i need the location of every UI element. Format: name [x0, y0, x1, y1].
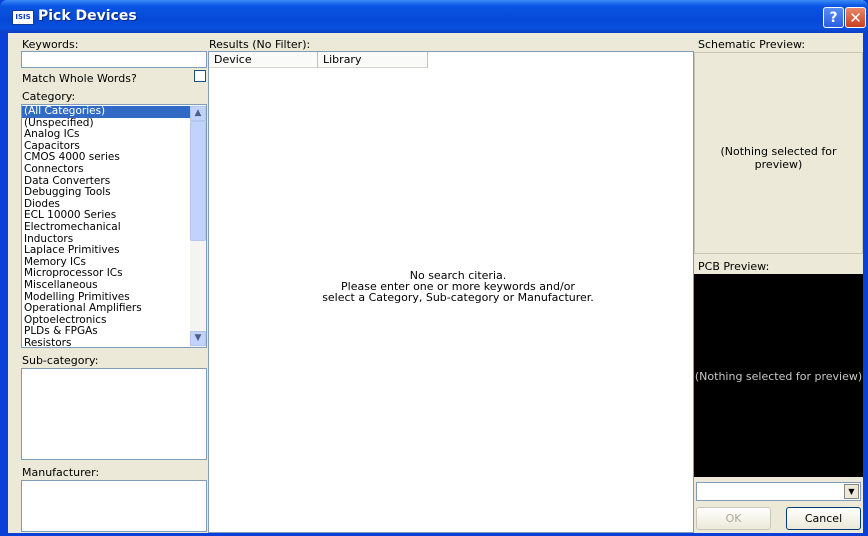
column-header-device[interactable]: Device	[209, 52, 318, 68]
category-scrollbar[interactable]: ▲ ▼	[190, 105, 206, 347]
schematic-preview: (Nothing selected for preview)	[694, 52, 863, 254]
close-icon: ✕	[849, 9, 862, 27]
match-whole-words-checkbox[interactable]	[194, 70, 206, 82]
category-item[interactable]: Operational Amplifiers	[22, 302, 190, 315]
chevron-up-icon: ▲	[194, 108, 202, 118]
subcategory-label: Sub-category:	[22, 354, 99, 367]
ok-button-label: OK	[725, 512, 742, 525]
chevron-down-icon: ▼	[194, 333, 202, 343]
category-list[interactable]: (All Categories) (Unspecified) Analog ICs C…	[21, 104, 207, 348]
scroll-down-button[interactable]: ▼	[190, 331, 206, 346]
window-title: Pick Devices	[38, 8, 137, 24]
close-button[interactable]: ✕	[845, 7, 866, 28]
column-header-library[interactable]: Library	[318, 52, 428, 68]
category-item[interactable]: Resistors	[22, 337, 190, 347]
schematic-preview-label: Schematic Preview:	[698, 38, 806, 51]
schematic-preview-placeholder: (Nothing selected for preview)	[720, 145, 837, 171]
cancel-button-label: Cancel	[804, 512, 843, 525]
category-item[interactable]: (All Categories)	[22, 105, 190, 118]
category-item[interactable]: Connectors	[22, 163, 190, 176]
category-item[interactable]: Debugging Tools	[22, 187, 190, 199]
pcb-preview-placeholder: (Nothing selected for preview)	[694, 370, 863, 383]
match-whole-words-label: Match Whole Words?	[22, 72, 137, 85]
ok-button[interactable]: OK	[696, 507, 771, 530]
results-label: Results (No Filter):	[209, 38, 311, 51]
help-button[interactable]: ?	[823, 7, 844, 28]
pick-devices-dialog: ISIS Pick Devices ? ✕ Keywords: Match Wh…	[0, 0, 868, 536]
keywords-input[interactable]	[21, 51, 207, 68]
subcategory-list[interactable]	[21, 368, 207, 460]
category-label: Category:	[22, 90, 76, 103]
dropdown-button[interactable]: ▼	[844, 484, 859, 499]
manufacturer-label: Manufacturer:	[22, 466, 100, 479]
scroll-thumb[interactable]	[190, 121, 206, 241]
pcb-preview: (Nothing selected for preview)	[694, 274, 863, 477]
pcb-preview-label: PCB Preview:	[698, 260, 770, 273]
manufacturer-list[interactable]	[21, 480, 207, 532]
category-item[interactable]: Laplace Primitives	[22, 245, 190, 257]
title-bar[interactable]: ISIS Pick Devices ? ✕	[0, 0, 868, 33]
category-item[interactable]: Electromechanical	[22, 221, 190, 234]
results-empty-message: No search citeria. Please enter one or m…	[308, 270, 608, 303]
cancel-button[interactable]: Cancel	[786, 507, 861, 530]
category-item[interactable]: Miscellaneous	[22, 279, 190, 292]
triangle-down-icon: ▼	[848, 487, 855, 496]
app-icon: ISIS	[12, 10, 34, 25]
empty-message-line3: select a Category, Sub-category or Manuf…	[322, 291, 594, 304]
keywords-label: Keywords:	[22, 38, 79, 51]
package-select[interactable]: ▼	[696, 482, 861, 501]
help-icon: ?	[829, 10, 838, 26]
scroll-up-button[interactable]: ▲	[190, 106, 206, 121]
